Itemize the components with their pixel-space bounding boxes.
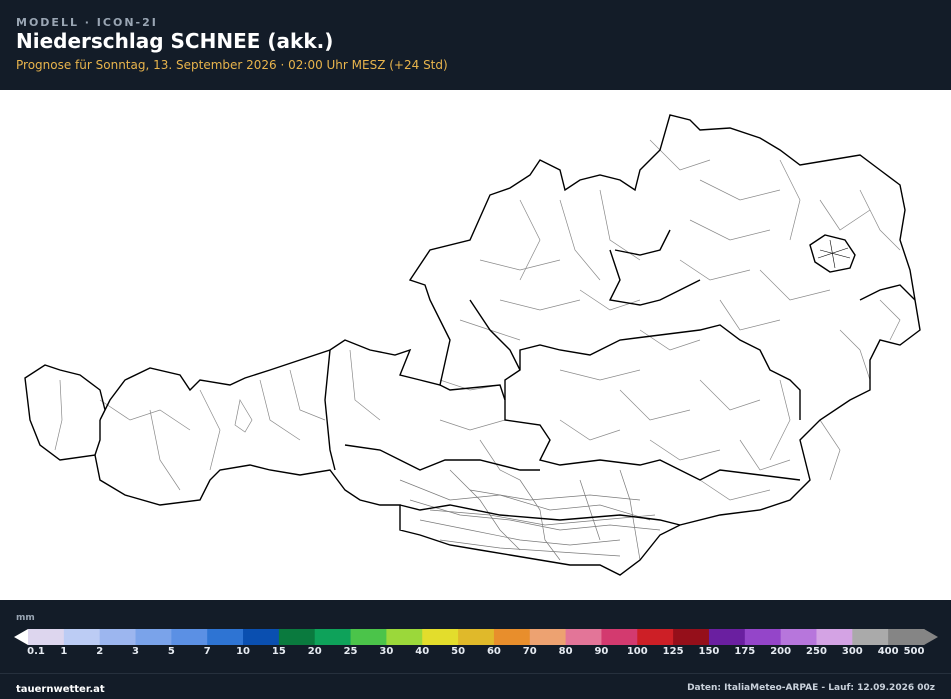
legend-tick-label: 7 — [203, 646, 211, 657]
color-scale-bar — [14, 629, 938, 645]
scale-swatch — [314, 629, 352, 645]
scale-swatch — [458, 629, 495, 645]
scale-swatch — [135, 629, 172, 645]
model-label: MODELL · ICON-2I — [16, 16, 158, 29]
footer: mm 0.1 1 2 3 5 7 10 15 20 25 30 40 50 60 70 80 90 100 125 1… — [0, 600, 951, 699]
legend-tick-label: 100 — [626, 646, 648, 657]
header: MODELL · ICON-2I Niederschlag SCHNEE (ak… — [0, 0, 951, 90]
scale-swatch — [708, 629, 746, 645]
legend-tick-label: 250 — [806, 646, 827, 657]
legend-tick-label: 1 — [60, 646, 68, 657]
data-credit: Daten: ItaliaMeteo-ARPAE - Lauf: 12.09.2… — [687, 683, 935, 693]
scale-swatch — [386, 629, 423, 645]
legend-tick-label: 400 — [877, 646, 899, 657]
legend-tick-label: 90 — [594, 646, 609, 657]
scale-swatch — [350, 629, 387, 645]
scale-swatch — [673, 629, 710, 645]
scale-swatch — [565, 629, 602, 645]
legend-tick-label: 3 — [132, 646, 139, 657]
site-name[interactable]: tauernwetter.at — [16, 684, 105, 695]
scale-swatch — [780, 629, 817, 645]
legend-tick-label: 175 — [734, 646, 756, 657]
legend-tick-label: 25 — [343, 646, 358, 657]
scale-swatch — [637, 629, 674, 645]
legend-tick-label: 80 — [558, 646, 573, 657]
scale-swatch — [852, 629, 889, 645]
legend-tick-label: 15 — [271, 646, 286, 657]
scale-swatch — [63, 629, 101, 645]
scale-swatch — [278, 629, 316, 645]
legend-unit: mm — [16, 613, 35, 623]
legend-tick-label: 300 — [841, 646, 863, 657]
scale-swatch — [493, 629, 531, 645]
legend-tick-label: 0.1 — [27, 646, 45, 657]
divider — [0, 673, 951, 674]
state-borders — [24, 114, 921, 576]
legend-tick-label: 125 — [662, 646, 684, 657]
legend-tick-label: 40 — [415, 646, 430, 657]
austria-map — [24, 114, 921, 576]
scale-swatch — [243, 629, 280, 645]
legend-tick-label: 5 — [167, 646, 175, 657]
scale-swatch — [744, 629, 782, 645]
scale-swatch — [28, 629, 65, 645]
scale-swatch — [171, 629, 208, 645]
scale-arrow-left — [14, 629, 28, 645]
scale-swatch — [422, 629, 459, 645]
scale-swatch — [601, 629, 638, 645]
vienna-districts — [817, 239, 851, 269]
scale-swatch — [529, 629, 567, 645]
scale-swatch — [816, 629, 853, 645]
page-title: Niederschlag SCHNEE (akk.) — [16, 29, 334, 53]
legend-tick-label: 150 — [698, 646, 720, 657]
map-area — [0, 90, 951, 600]
legend-tick-label: 30 — [379, 646, 394, 657]
legend-tick-label: 2 — [96, 646, 104, 657]
forecast-time: Prognose für Sonntag, 13. September 2026… — [16, 58, 448, 72]
legend-tick-label: 200 — [770, 646, 792, 657]
legend-tick-label: 10 — [236, 646, 250, 657]
legend-tick-label: 500 — [903, 646, 925, 657]
scale-swatch — [99, 629, 137, 645]
legend-tick-label: 60 — [486, 646, 501, 657]
legend-tick-label: 70 — [522, 646, 537, 657]
legend-tick-label: 20 — [307, 646, 322, 657]
legend-ticks: 0.1 1 2 3 5 7 10 15 20 25 30 40 50 60 70 80 90 100 125 150 1… — [0, 646, 951, 660]
scale-swatch — [888, 629, 925, 645]
scale-swatch — [207, 629, 244, 645]
district-borders — [54, 139, 901, 501]
scale-arrow-right — [924, 629, 938, 645]
legend-tick-label: 50 — [451, 646, 466, 657]
